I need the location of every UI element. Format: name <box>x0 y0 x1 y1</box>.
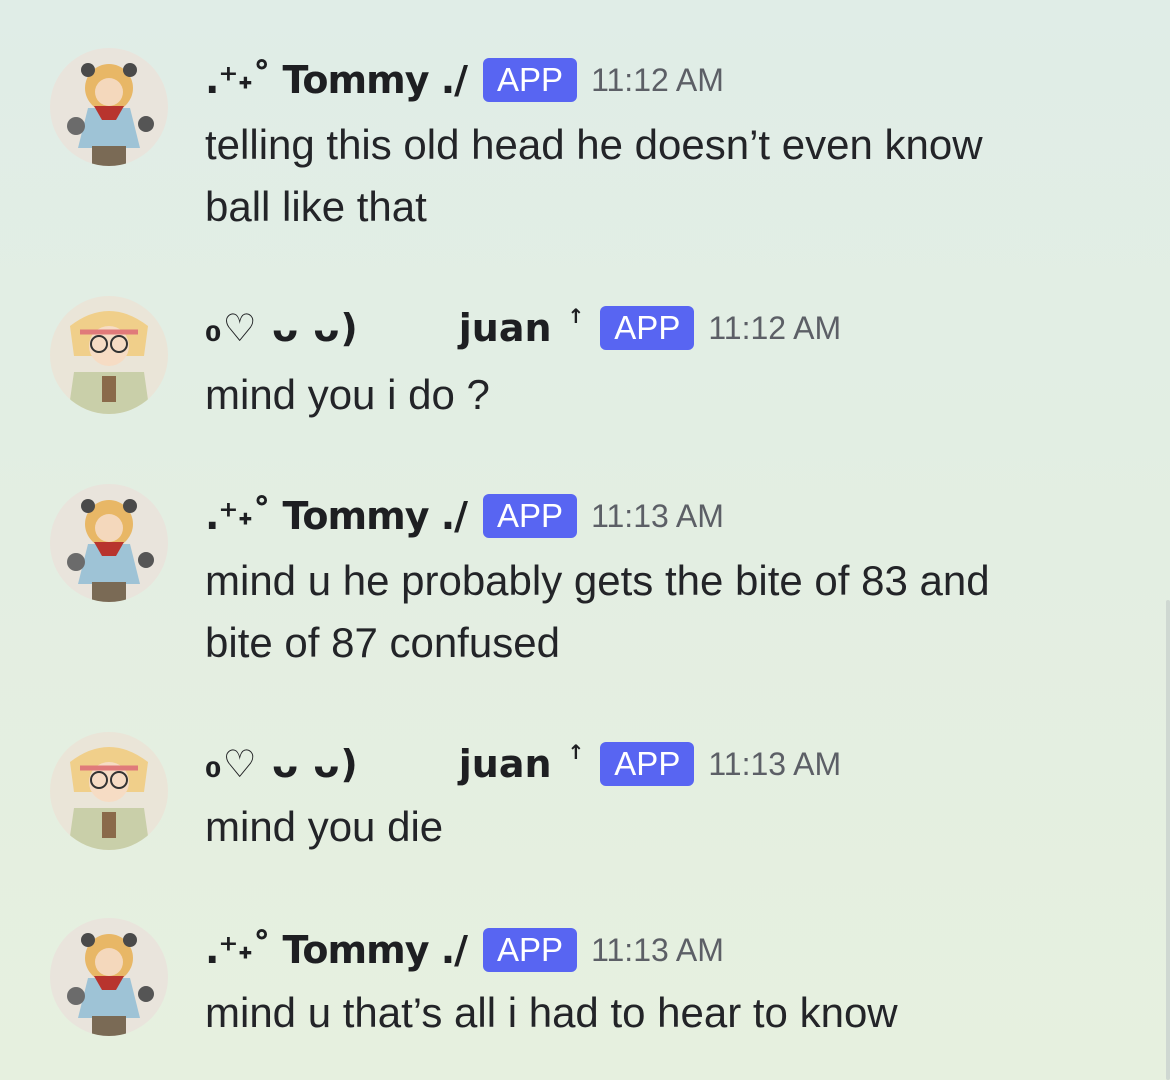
app-badge: APP <box>483 928 578 972</box>
author-name[interactable]: ₀♡ ᴗ ᴗ) juan ↑ <box>205 740 585 786</box>
author-name-text: juan <box>458 742 552 786</box>
message-line: telling this old head he doesn’t even kn… <box>205 121 983 168</box>
author-kaomoji: ₀♡ ᴗ ᴗ) <box>205 306 359 350</box>
timestamp: 11:13 AM <box>708 745 842 782</box>
message-line: mind u that’s all i had to hear to know <box>205 989 898 1036</box>
app-badge: APP <box>483 58 578 102</box>
message-text: mind you die <box>205 796 1105 858</box>
message-line: mind u he probably gets the bite of 83 a… <box>205 557 990 604</box>
message-text: mind u he probably gets the bite of 83 a… <box>205 550 1105 674</box>
message-text: mind you i do ? <box>205 364 1105 426</box>
timestamp: 11:12 AM <box>591 61 724 98</box>
message-header: .⁺˖˚ Tommy ./ APP 11:13 AM <box>205 922 724 978</box>
arrow-up-icon: ↑ <box>567 740 585 764</box>
message-text: mind u that’s all i had to hear to know <box>205 982 1105 1044</box>
timestamp: 11:12 AM <box>708 309 842 346</box>
message-header: ₀♡ ᴗ ᴗ) juan ↑ APP 11:12 AM <box>205 300 841 356</box>
message-line: mind you die <box>205 803 444 850</box>
message-header: .⁺˖˚ Tommy ./ APP 11:13 AM <box>205 488 724 544</box>
author-name[interactable]: .⁺˖˚ Tommy ./ <box>205 494 468 538</box>
timestamp: 11:13 AM <box>591 931 724 968</box>
timestamp: 11:13 AM <box>591 497 724 534</box>
tommy-avatar[interactable] <box>50 48 168 166</box>
author-name-text: juan <box>458 306 552 350</box>
scrollbar[interactable] <box>1166 600 1170 1080</box>
author-name[interactable]: .⁺˖˚ Tommy ./ <box>205 58 468 102</box>
message-text: telling this old head he doesn’t even kn… <box>205 114 1105 238</box>
juan-avatar[interactable] <box>50 296 168 414</box>
juan-avatar[interactable] <box>50 732 168 850</box>
message-line: bite of 87 confused <box>205 619 560 666</box>
app-badge: APP <box>483 494 578 538</box>
arrow-up-icon: ↑ <box>567 304 585 328</box>
message-line: ball like that <box>205 183 427 230</box>
message-header: .⁺˖˚ Tommy ./ APP 11:12 AM <box>205 52 724 108</box>
author-kaomoji: ₀♡ ᴗ ᴗ) <box>205 742 359 786</box>
author-name[interactable]: .⁺˖˚ Tommy ./ <box>205 928 468 972</box>
app-badge: APP <box>600 742 695 786</box>
tommy-avatar[interactable] <box>50 484 168 602</box>
message-header: ₀♡ ᴗ ᴗ) juan ↑ APP 11:13 AM <box>205 736 841 792</box>
app-badge: APP <box>600 306 695 350</box>
author-name[interactable]: ₀♡ ᴗ ᴗ) juan ↑ <box>205 304 585 350</box>
tommy-avatar[interactable] <box>50 918 168 1036</box>
message-line: mind you i do ? <box>205 371 490 418</box>
